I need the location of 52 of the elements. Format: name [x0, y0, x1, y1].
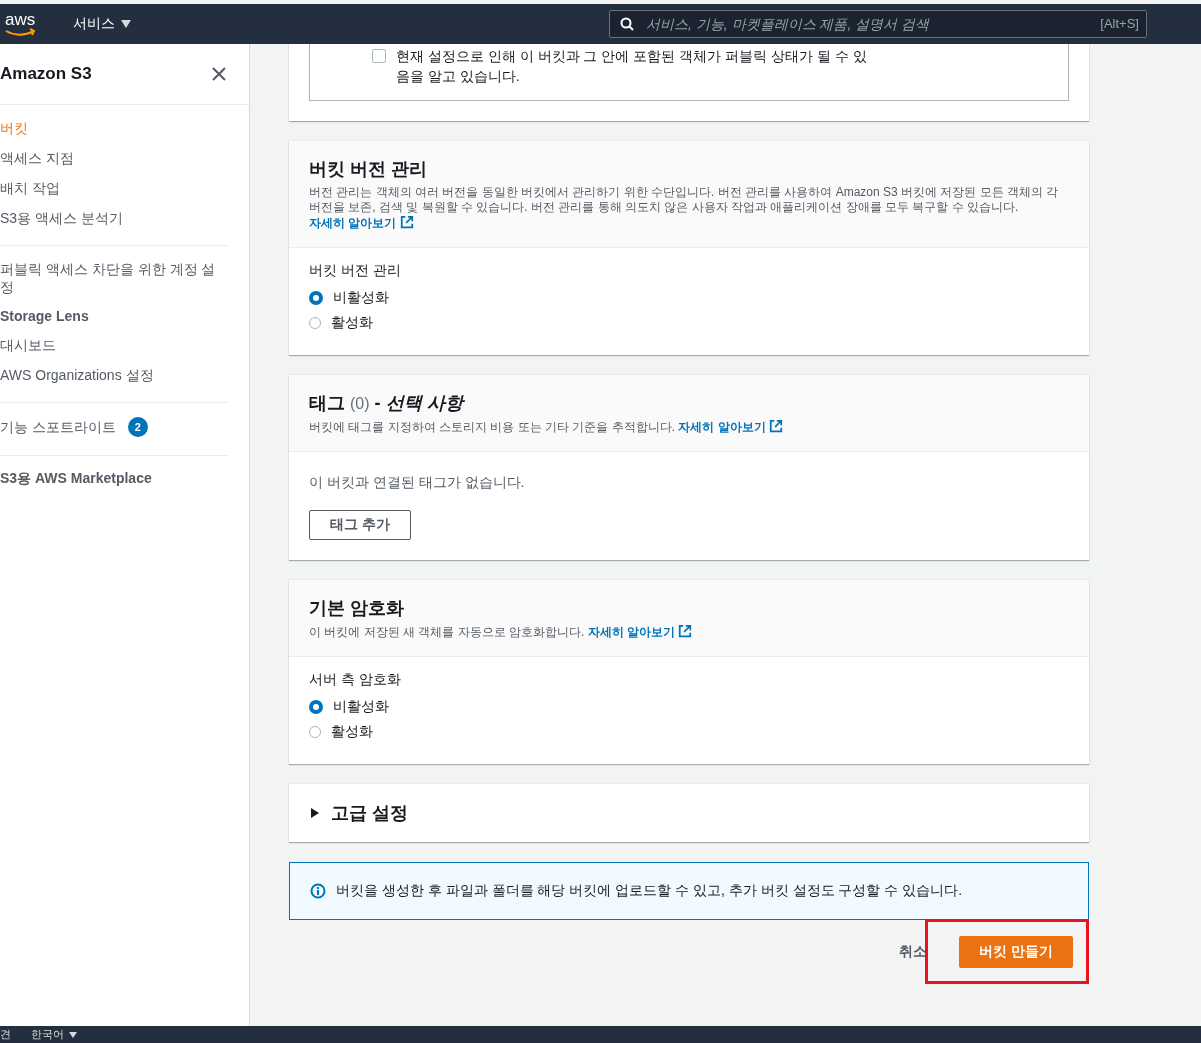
sidebar-title: Amazon S3	[0, 64, 92, 84]
section-title: 태그	[309, 392, 345, 415]
sidebar-link[interactable]: 대시보드	[0, 336, 56, 354]
sidebar-heading: S3용 AWS Marketplace	[0, 470, 153, 488]
shortcut-hint: [Alt+S]	[1100, 16, 1139, 31]
sidebar-link[interactable]: 퍼블릭 액세스 차단을 위한 계정 설정	[0, 260, 229, 296]
sidebar-link[interactable]: S3용 액세스 분석기	[0, 209, 123, 227]
radio-button[interactable]	[309, 699, 323, 714]
close-icon	[212, 67, 226, 81]
caret-icon	[69, 1031, 77, 1038]
section-description: 이 버킷에 저장된 새 객체를 자동으로 암호화합니다. 자세히 알아보기	[309, 624, 1069, 640]
caret-icon	[121, 20, 131, 28]
cancel-link[interactable]: 취소	[899, 943, 928, 961]
field-label: 버킷 버전 관리	[309, 262, 402, 280]
learn-more-link[interactable]: 자세히 알아보기	[587, 625, 675, 639]
sidebar-link[interactable]: AWS Organizations 설정	[0, 366, 154, 384]
section-title: 고급 설정	[331, 802, 408, 825]
feedback-link[interactable]: 견	[0, 1027, 11, 1042]
empty-message: 이 버킷과 연결된 태그가 없습니다.	[309, 474, 526, 492]
section-title: 버킷 버전 관리	[309, 158, 427, 181]
field-label: 서버 측 암호화	[309, 671, 402, 689]
radio-label: 활성화	[331, 313, 373, 332]
radio-label: 비활성화	[333, 697, 389, 716]
radio-label: 활성화	[331, 722, 373, 741]
add-tag-button[interactable]: 태그 추가	[309, 510, 411, 540]
learn-more-link[interactable]: 자세히 알아보기	[309, 216, 397, 230]
services-menu[interactable]: 서비스	[73, 15, 131, 33]
external-link-icon	[769, 419, 784, 433]
optional-label: - 선택 사항	[374, 392, 463, 415]
section-description: 버전 관리는 객체의 여러 버전을 동일한 버킷에서 관리하기 위한 수단입니다. 버전 관리를 사용하여 Amazon S3 버킷에 저장된 모든 객체의 각 버전을 보존, 검색 및 복원할 수 있습니다. 버전 관리를 통해 의도치 않은 사용자 작업과 애플리케이션 장애를 모두 복구할 수 있습니다. 자세히 알아보기	[309, 185, 1060, 231]
radio-button[interactable]	[309, 290, 323, 305]
count-badge: 2	[127, 417, 148, 437]
section-title: 기본 암호화	[309, 597, 404, 620]
sidebar-link[interactable]: 기능 스포트라이트	[0, 418, 116, 436]
section-description: 버킷에 태그를 지정하여 스토리지 비용 또는 기타 기준을 추적합니다. 자세히 알아보기	[309, 419, 1069, 435]
sidebar-heading: Storage Lens	[0, 308, 90, 324]
aws-logo[interactable]: aws	[5, 12, 39, 36]
logo-text: aws	[5, 12, 36, 28]
null	[5, 28, 37, 36]
sidebar-link[interactable]: 액세스 지점	[0, 149, 74, 167]
info-icon	[310, 883, 326, 899]
checkbox[interactable]	[372, 49, 386, 63]
external-link-icon	[678, 624, 693, 638]
external-link-icon	[399, 215, 414, 229]
expand-toggle[interactable]: 고급 설정	[289, 784, 1089, 842]
alert-message: 버킷을 생성한 후 파일과 폴더를 해당 버킷에 업로드할 수 있고, 추가 버킷 설정도 구성할 수 있습니다.	[336, 882, 963, 900]
radio-label: 비활성화	[333, 288, 389, 307]
checkbox-label: 현재 설정으로 인해 이 버킷과 그 안에 포함된 객체가 퍼블릭 상태가 될 수 있음을 알고 있습니다.	[396, 47, 868, 86]
tag-count: (0)	[350, 395, 370, 413]
language-selector[interactable]: 한국어	[31, 1027, 77, 1042]
sidebar-link[interactable]: 배치 작업	[0, 179, 60, 197]
learn-more-link[interactable]: 자세히 알아보기	[678, 420, 766, 434]
